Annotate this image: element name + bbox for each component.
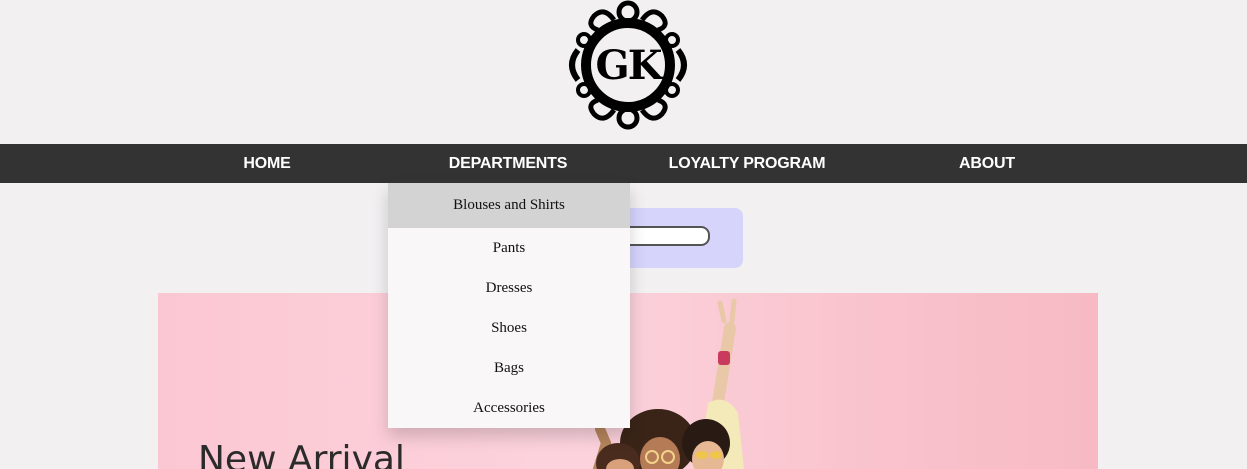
brand-logo[interactable]: GK bbox=[564, 0, 692, 130]
nav-departments[interactable]: DEPARTMENTS bbox=[387, 144, 629, 183]
dropdown-item-pants[interactable]: Pants bbox=[388, 228, 630, 268]
hero-title: New Arrival bbox=[198, 439, 405, 469]
dropdown-item-bags[interactable]: Bags bbox=[388, 348, 630, 388]
dropdown-item-dresses[interactable]: Dresses bbox=[388, 268, 630, 308]
main-navbar: HOME DEPARTMENTS LOYALTY PROGRAM ABOUT bbox=[0, 144, 1247, 183]
logo-text: GK bbox=[595, 42, 663, 89]
nav-home[interactable]: HOME bbox=[207, 144, 327, 183]
nav-about[interactable]: ABOUT bbox=[927, 144, 1047, 183]
page: GK HOME DEPARTMENTS LOYALTY PROGRAM ABOU… bbox=[0, 0, 1247, 469]
dropdown-item-blouses-and-shirts[interactable]: Blouses and Shirts bbox=[388, 183, 630, 228]
dropdown-item-shoes[interactable]: Shoes bbox=[388, 308, 630, 348]
nav-loyalty-program[interactable]: LOYALTY PROGRAM bbox=[627, 144, 867, 183]
dropdown-item-accessories[interactable]: Accessories bbox=[388, 388, 630, 428]
search-input[interactable] bbox=[620, 226, 710, 246]
departments-dropdown: Blouses and Shirts Pants Dresses Shoes B… bbox=[388, 183, 630, 428]
